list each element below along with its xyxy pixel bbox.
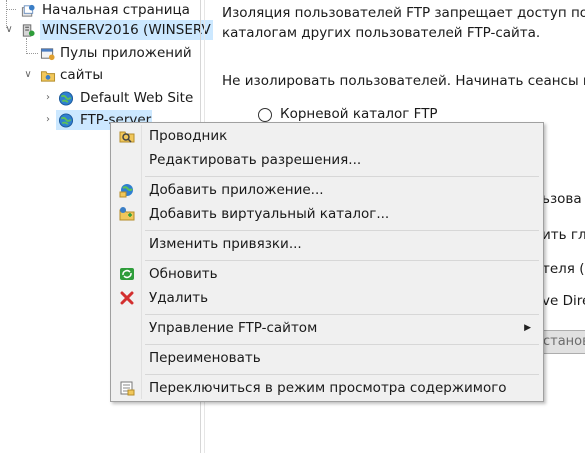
radio-ftp-root[interactable] bbox=[258, 108, 272, 122]
tree-item-start-page[interactable]: Начальная страница bbox=[0, 0, 200, 20]
obscured-text: ить гл bbox=[542, 227, 585, 243]
tree-item-label: сайты bbox=[60, 67, 103, 83]
menu-item-delete[interactable]: Удалить bbox=[113, 287, 541, 309]
sites-folder-icon bbox=[40, 71, 56, 82]
add-virtual-directory-icon bbox=[119, 207, 135, 221]
menu-separator bbox=[145, 260, 539, 261]
menu-separator bbox=[145, 374, 539, 375]
menu-item-refresh[interactable]: Обновить bbox=[113, 263, 541, 285]
tree-item-server[interactable]: ∨ WINSERV2016 (WINSERV bbox=[0, 20, 213, 40]
content-view-icon bbox=[120, 381, 135, 396]
menu-item-label: Обновить bbox=[149, 266, 218, 282]
menu-item-label: Управление FTP-сайтом bbox=[149, 320, 318, 336]
menu-item-label: Переключиться в режим просмотра содержим… bbox=[149, 380, 507, 396]
explorer-icon bbox=[119, 131, 135, 143]
menu-item-label: Редактировать разрешения... bbox=[149, 152, 362, 168]
section-label: Не изолировать пользователей. Начинать с… bbox=[222, 73, 585, 89]
description-text: каталогам других пользователей FTP-сайта… bbox=[222, 25, 541, 41]
settings-button[interactable]: станов bbox=[540, 330, 585, 354]
globe-icon bbox=[58, 113, 74, 128]
menu-item-label: Добавить виртуальный каталог... bbox=[149, 206, 390, 222]
tree-item-app-pools[interactable]: Пулы приложений bbox=[0, 43, 200, 63]
chevron-right-icon[interactable]: › bbox=[42, 110, 54, 130]
menu-item-explore[interactable]: Проводник bbox=[113, 125, 541, 147]
submenu-arrow-icon: ▶ bbox=[524, 323, 531, 333]
menu-separator bbox=[145, 344, 539, 345]
context-menu: Проводник Редактировать разрешения... До… bbox=[110, 122, 544, 402]
menu-item-add-virtual-directory[interactable]: Добавить виртуальный каталог... bbox=[113, 203, 541, 225]
menu-item-label: Добавить приложение... bbox=[149, 182, 324, 198]
chevron-right-icon[interactable]: › bbox=[42, 88, 54, 108]
tree-item-label: Начальная страница bbox=[42, 2, 190, 18]
menu-item-label: Удалить bbox=[149, 290, 209, 306]
app-pools-icon bbox=[40, 48, 55, 61]
tree-item-label: WINSERV2016 (WINSERV bbox=[40, 20, 213, 40]
menu-item-rename[interactable]: Переименовать bbox=[113, 347, 541, 369]
delete-icon bbox=[120, 291, 134, 305]
menu-separator bbox=[145, 230, 539, 231]
menu-item-edit-permissions[interactable]: Редактировать разрешения... bbox=[113, 149, 541, 171]
description-text: Изоляция пользователей FTP запрещает дос… bbox=[222, 5, 585, 21]
chevron-down-icon[interactable]: ∨ bbox=[22, 65, 34, 85]
menu-separator bbox=[145, 176, 539, 177]
tree-item-sites[interactable]: ∨ сайты bbox=[0, 65, 200, 85]
server-icon bbox=[22, 24, 35, 37]
refresh-icon bbox=[120, 268, 134, 280]
obscured-text: ьзова bbox=[542, 191, 582, 207]
radio-label: Корневой каталог FTP bbox=[280, 106, 438, 122]
obscured-text: теля (в bbox=[542, 261, 585, 277]
menu-item-label: Переименовать bbox=[149, 350, 261, 366]
obscured-text: ve Dire bbox=[542, 293, 585, 309]
menu-item-label: Изменить привязки... bbox=[149, 236, 302, 252]
menu-item-manage-ftp-site[interactable]: Управление FTP-сайтом ▶ bbox=[113, 317, 541, 339]
tree-item-default-web-site[interactable]: › Default Web Site bbox=[0, 88, 200, 108]
home-page-icon bbox=[21, 4, 35, 17]
add-application-icon bbox=[119, 184, 133, 198]
menu-item-switch-content-view[interactable]: Переключиться в режим просмотра содержим… bbox=[113, 377, 541, 399]
menu-separator bbox=[145, 314, 539, 315]
chevron-down-icon[interactable]: ∨ bbox=[3, 20, 15, 40]
tree-item-label: Пулы приложений bbox=[60, 45, 192, 61]
menu-item-add-application[interactable]: Добавить приложение... bbox=[113, 179, 541, 201]
globe-icon bbox=[58, 91, 74, 106]
menu-item-edit-bindings[interactable]: Изменить привязки... bbox=[113, 233, 541, 255]
menu-item-label: Проводник bbox=[149, 128, 228, 144]
tree-item-label: Default Web Site bbox=[80, 90, 194, 106]
